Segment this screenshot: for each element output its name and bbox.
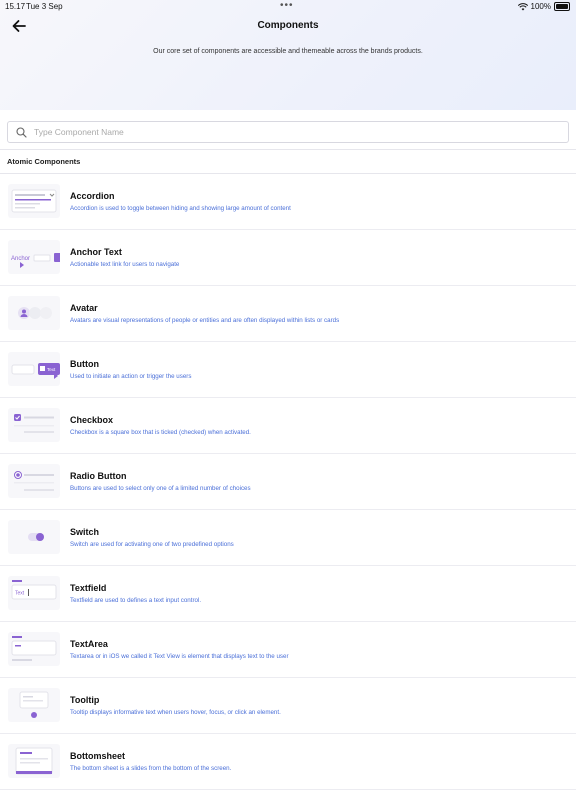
- component-list-item[interactable]: Checkbox Checkbox is a square box that i…: [0, 398, 576, 454]
- component-description: The bottom sheet is a slides from the bo…: [70, 765, 232, 772]
- thumbnail-textfield-label: Text: [15, 591, 25, 597]
- component-list-item[interactable]: Text Button Used to initiate an action o…: [0, 342, 576, 398]
- component-description: Switch are used for activating one of tw…: [70, 541, 234, 548]
- textarea-thumbnail-icon: [11, 636, 57, 661]
- component-list-item[interactable]: Accordion Accordion is used to toggle be…: [0, 174, 576, 230]
- component-description: Used to initiate an action or trigger th…: [70, 373, 192, 380]
- component-name: Textfield: [70, 583, 107, 593]
- component-name: Radio Button: [70, 471, 127, 481]
- component-list-item[interactable]: Bottomsheet The bottom sheet is a slides…: [0, 734, 576, 790]
- status-time: 15.17: [5, 2, 26, 11]
- component-list-item[interactable]: Avatar Avatars are visual representation…: [0, 286, 576, 342]
- component-description: Checkbox is a square box that is ticked …: [70, 429, 251, 436]
- divider: [0, 149, 576, 150]
- search-field[interactable]: [7, 121, 569, 143]
- section-heading: Atomic Components: [7, 157, 81, 166]
- component-name: TextArea: [70, 639, 108, 649]
- component-thumbnail: [8, 632, 60, 666]
- multitask-dots-icon[interactable]: •••: [280, 0, 294, 11]
- battery-percentage: 100%: [530, 2, 551, 11]
- component-thumbnail: [8, 464, 60, 498]
- button-thumbnail-icon: Text: [11, 363, 60, 379]
- component-thumbnail: [8, 408, 60, 442]
- anchor-text-thumbnail-icon: Anchor: [11, 253, 60, 268]
- component-description: Buttons are used to select only one of a…: [70, 485, 251, 492]
- battery-icon: [554, 2, 570, 11]
- component-description: Textfield are used to defines a text inp…: [70, 597, 202, 604]
- status-date: Tue 3 Sep: [26, 2, 63, 11]
- search-input[interactable]: [32, 126, 536, 138]
- radio-thumbnail-icon: [14, 471, 54, 491]
- component-list-item[interactable]: Tooltip Tooltip displays informative tex…: [0, 678, 576, 734]
- component-thumbnail: Text: [8, 576, 60, 610]
- component-thumbnail: [8, 688, 60, 722]
- component-thumbnail: [8, 520, 60, 554]
- component-list-item[interactable]: Text Textfield Textfield are used to def…: [0, 566, 576, 622]
- switch-thumbnail-icon: [28, 533, 44, 541]
- component-list-item[interactable]: Radio Button Buttons are used to select …: [0, 454, 576, 510]
- bottomsheet-thumbnail-icon: [15, 747, 53, 775]
- component-list-item[interactable]: Anchor Anchor Text Actionable text link …: [0, 230, 576, 286]
- component-name: Switch: [70, 527, 100, 537]
- component-thumbnail: [8, 744, 60, 778]
- thumbnail-button-label: Text: [47, 367, 56, 372]
- component-list-item[interactable]: Switch Switch are used for activating on…: [0, 510, 576, 566]
- page-title: Components: [257, 20, 319, 31]
- component-name: Anchor Text: [70, 247, 122, 257]
- component-description: Actionable text link for users to naviga…: [70, 261, 180, 268]
- wifi-icon: [517, 2, 528, 10]
- component-name: Button: [70, 359, 99, 369]
- component-name: Tooltip: [70, 695, 100, 705]
- component-thumbnail: [8, 184, 60, 218]
- textfield-thumbnail-icon: Text: [11, 580, 57, 600]
- thumbnail-anchor-label: Anchor: [11, 256, 30, 262]
- component-description: Textarea or in iOS we called it Text Vie…: [70, 653, 289, 660]
- component-thumbnail: Anchor: [8, 240, 60, 274]
- component-list: Accordion Accordion is used to toggle be…: [0, 174, 576, 790]
- component-description: Tooltip displays informative text when u…: [70, 709, 281, 716]
- component-name: Checkbox: [70, 415, 114, 425]
- header-area: 15.17 Tue 3 Sep ••• 100% Components Our …: [0, 0, 576, 110]
- component-thumbnail: Text: [8, 352, 60, 386]
- component-description: Accordion is used to toggle between hidi…: [70, 205, 291, 212]
- component-description: Avatars are visual representations of pe…: [70, 317, 340, 324]
- page-subtitle: Our core set of components are accessibl…: [153, 48, 423, 55]
- component-list-item[interactable]: TextArea Textarea or in iOS we called it…: [0, 622, 576, 678]
- avatar-thumbnail-icon: [18, 307, 52, 319]
- search-icon: [16, 126, 27, 138]
- status-right: 100%: [517, 2, 570, 11]
- tooltip-thumbnail-icon: [19, 691, 49, 718]
- component-name: Accordion: [70, 191, 115, 201]
- component-name: Avatar: [70, 303, 98, 313]
- component-name: Bottomsheet: [70, 751, 126, 761]
- component-thumbnail: [8, 296, 60, 330]
- accordion-thumbnail-icon: [11, 189, 57, 213]
- status-bar: 15.17 Tue 3 Sep ••• 100%: [0, 0, 576, 14]
- checkbox-thumbnail-icon: [14, 414, 54, 433]
